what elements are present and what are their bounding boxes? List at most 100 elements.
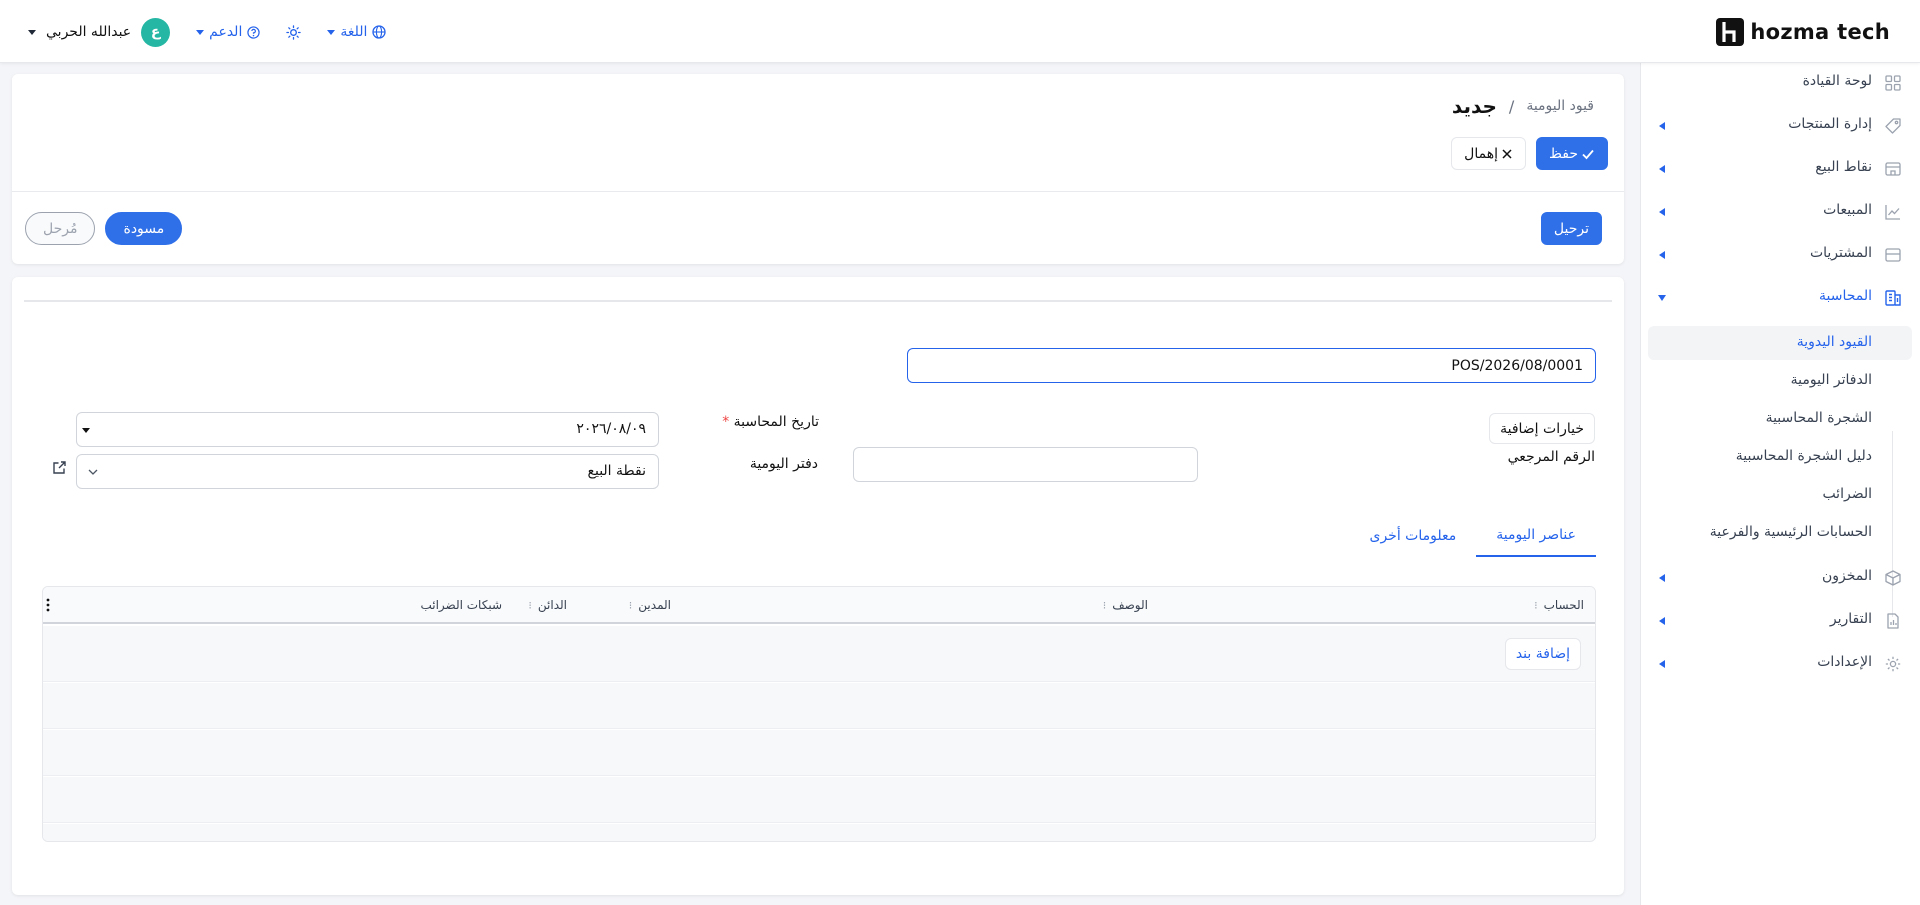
accounting-date-label: تاريخ المحاسبة * bbox=[722, 414, 819, 430]
column-header-description[interactable]: الوصف ⁝ bbox=[1103, 598, 1148, 612]
user-menu[interactable]: عبدالله الحربي ع bbox=[28, 17, 171, 47]
accounting-date-picker[interactable]: ٢٠٢٦/٠٨/٠٩ bbox=[76, 412, 659, 447]
tab-journal-items[interactable]: عناصر اليومية bbox=[1476, 515, 1596, 557]
sidebar-subitem-manual-entries[interactable]: القيود اليدوية bbox=[1648, 326, 1912, 360]
discard-button[interactable]: إهمال bbox=[1451, 137, 1526, 170]
reference-input[interactable] bbox=[853, 447, 1198, 482]
column-header-tax-grids[interactable]: شبكات الضرائب bbox=[420, 598, 502, 612]
reference-label: الرقم المرجعي bbox=[1507, 449, 1595, 465]
globe-icon bbox=[372, 25, 387, 39]
sidebar-item-label: التقارير bbox=[1829, 611, 1872, 627]
sidebar-item-label: إدارة المنتجات bbox=[1788, 116, 1872, 132]
chevron-left-icon bbox=[1659, 208, 1665, 216]
journal-select[interactable]: نقطة البيع bbox=[76, 454, 659, 489]
archive-icon bbox=[1884, 246, 1902, 264]
close-icon bbox=[1501, 148, 1513, 160]
tab-other-info[interactable]: معلومات أخرى bbox=[1350, 515, 1477, 557]
sidebar-subitem-main-sub-accounts[interactable]: الحسابات الرئيسية والفرعية bbox=[1648, 516, 1912, 550]
user-name: عبدالله الحربي bbox=[46, 24, 132, 40]
sidebar-subitem-taxes[interactable]: الضرائب bbox=[1648, 478, 1912, 512]
breadcrumb: قيود اليومية / جديد bbox=[1452, 94, 1594, 118]
sidebar-item-dashboard[interactable]: لوحة القيادة bbox=[1640, 65, 1920, 101]
column-header-debit[interactable]: المدين ⁝ bbox=[629, 598, 671, 612]
sidebar-item-label: المشتريات bbox=[1809, 245, 1872, 261]
top-bar: hozma tech عبدالله الحربي ع الدعم اللغة bbox=[0, 0, 1920, 63]
sidebar-subitem-chart-of-accounts[interactable]: الشجرة المحاسبية bbox=[1648, 402, 1912, 436]
add-line-button[interactable]: إضافة بند bbox=[1504, 638, 1581, 670]
column-header-account[interactable]: الحساب ⁝ bbox=[1534, 598, 1584, 612]
table-row bbox=[43, 824, 1595, 841]
sidebar-subitem-journals[interactable]: الدفاتر اليومية bbox=[1648, 364, 1912, 398]
form-divider bbox=[24, 300, 1612, 302]
chevron-down-icon bbox=[327, 29, 336, 35]
gear-icon bbox=[1884, 655, 1902, 673]
box-icon bbox=[1884, 569, 1902, 587]
column-account-label: الحساب bbox=[1543, 598, 1584, 612]
status-bar: ترحيل مُرحل مسودة bbox=[12, 192, 1624, 264]
sidebar-item-label: المبيعات bbox=[1823, 202, 1872, 218]
brand-logo[interactable]: hozma tech bbox=[1716, 17, 1890, 47]
sidebar-item-products[interactable]: إدارة المنتجات bbox=[1640, 108, 1920, 144]
required-mark: * bbox=[722, 414, 730, 430]
sidebar-item-settings[interactable]: الإعدادات bbox=[1640, 646, 1920, 682]
table-header: الحساب ⁝ الوصف ⁝ المدين ⁝ الدائن ⁝ شبكات… bbox=[43, 587, 1595, 624]
sort-handle-icon: ⁝ bbox=[1534, 598, 1538, 612]
language-label: اللغة bbox=[340, 24, 368, 40]
help-circle-icon bbox=[247, 25, 261, 39]
sidebar-item-label: لوحة القيادة bbox=[1802, 73, 1872, 89]
chevron-down-icon bbox=[87, 466, 99, 478]
column-tax-grids-label: شبكات الضرائب bbox=[420, 598, 502, 612]
support-menu[interactable]: الدعم bbox=[196, 24, 261, 40]
sort-handle-icon: ⁝ bbox=[1102, 598, 1107, 612]
sidebar-item-reports[interactable]: التقارير bbox=[1640, 603, 1920, 639]
brand-mark-icon bbox=[1716, 18, 1745, 46]
sort-handle-icon: ⁝ bbox=[528, 598, 532, 612]
chevron-down-icon bbox=[196, 29, 205, 35]
check-icon bbox=[1581, 147, 1595, 161]
chevron-left-icon bbox=[1659, 574, 1665, 582]
status-posted[interactable]: مُرحل bbox=[25, 212, 96, 245]
column-header-credit[interactable]: الدائن ⁝ bbox=[528, 598, 567, 612]
column-debit-label: المدين bbox=[638, 598, 671, 612]
sidebar-item-purchases[interactable]: المشتريات bbox=[1640, 237, 1920, 273]
status-draft[interactable]: مسودة bbox=[105, 212, 183, 245]
external-link-icon[interactable] bbox=[52, 460, 67, 475]
table-row bbox=[43, 730, 1595, 776]
sidebar-item-label: نقاط البيع bbox=[1815, 159, 1872, 175]
sidebar-subitem-accounts-guide[interactable]: دليل الشجرة المحاسبية bbox=[1648, 440, 1912, 474]
status-pills: مُرحل مسودة bbox=[25, 212, 183, 245]
breadcrumb-parent[interactable]: قيود اليومية bbox=[1526, 98, 1594, 114]
extra-options-button[interactable]: خيارات إضافية bbox=[1489, 413, 1595, 444]
column-credit-label: الدائن bbox=[537, 598, 567, 612]
caret-down-icon bbox=[82, 428, 90, 433]
language-menu[interactable]: اللغة bbox=[327, 24, 387, 40]
column-options-icon[interactable] bbox=[46, 598, 50, 612]
sidebar-item-inventory[interactable]: المخزون bbox=[1640, 560, 1920, 596]
sidebar-item-label: الإعدادات bbox=[1817, 654, 1872, 670]
sort-handle-icon: ⁝ bbox=[628, 598, 633, 612]
sidebar-item-sales[interactable]: المبيعات bbox=[1640, 194, 1920, 230]
chevron-left-icon bbox=[1659, 660, 1665, 668]
accounting-date-value: ٢٠٢٦/٠٨/٠٩ bbox=[576, 421, 646, 437]
save-button[interactable]: حفظ bbox=[1535, 137, 1608, 170]
tag-icon bbox=[1884, 117, 1902, 135]
journal-value: نقطة البيع bbox=[587, 463, 646, 479]
breadcrumb-separator: / bbox=[1508, 96, 1515, 116]
theme-toggle[interactable] bbox=[286, 24, 302, 40]
entry-name-input[interactable] bbox=[907, 348, 1596, 383]
table-row bbox=[43, 683, 1595, 729]
table-row bbox=[43, 777, 1595, 823]
chevron-left-icon bbox=[1659, 165, 1665, 173]
top-actions: عبدالله الحربي ع الدعم اللغة bbox=[28, 16, 387, 48]
page-title: جديد bbox=[1451, 94, 1497, 118]
post-button[interactable]: ترحيل bbox=[1540, 212, 1602, 245]
chevron-down-icon bbox=[1658, 295, 1666, 301]
support-label: الدعم bbox=[209, 24, 243, 40]
discard-label: إهمال bbox=[1464, 145, 1498, 162]
sidebar-item-pos[interactable]: نقاط البيع bbox=[1640, 151, 1920, 187]
chevron-down-icon bbox=[28, 29, 36, 35]
report-icon bbox=[1884, 612, 1902, 630]
sidebar-item-accounting[interactable]: المحاسبة bbox=[1640, 280, 1920, 316]
dashboard-icon bbox=[1884, 74, 1902, 92]
form-actions: حفظ إهمال bbox=[1451, 137, 1608, 170]
